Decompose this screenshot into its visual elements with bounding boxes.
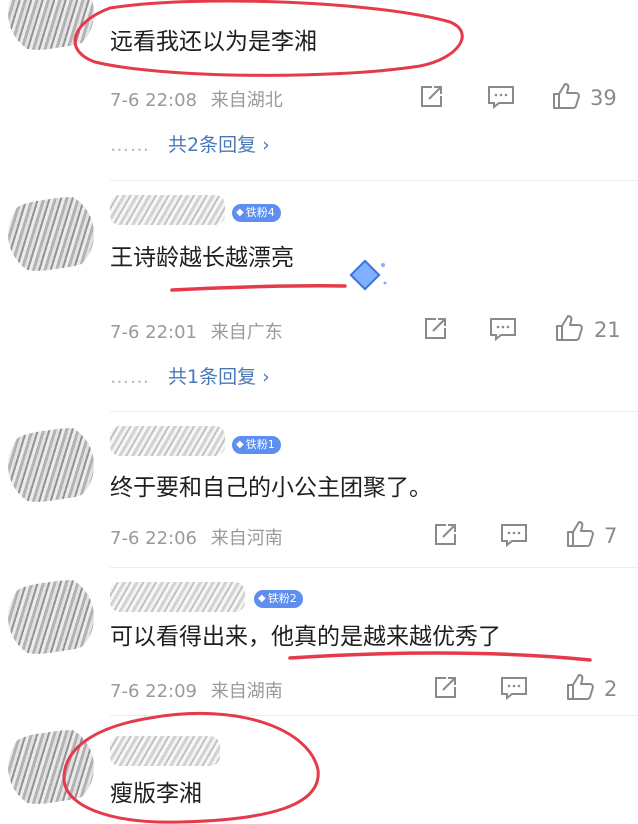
share-icon[interactable] bbox=[432, 522, 458, 550]
comment-time: 7-6 22:01 bbox=[110, 322, 197, 343]
like-count: 21 bbox=[594, 318, 621, 342]
avatar[interactable] bbox=[8, 422, 94, 508]
comment-meta: 7-6 22:06 来自河南 bbox=[110, 524, 283, 550]
username-blurred[interactable] bbox=[110, 195, 225, 225]
comment-time: 7-6 22:08 bbox=[110, 90, 197, 111]
fan-badge: ◆ 铁粉1 bbox=[232, 436, 281, 454]
comment-icon[interactable] bbox=[500, 675, 528, 703]
like-count: 39 bbox=[590, 86, 617, 110]
avatar[interactable] bbox=[8, 191, 94, 277]
badge-label: 铁粉4 bbox=[245, 206, 275, 219]
reply-count: 共1条回复 › bbox=[168, 366, 270, 388]
replies-link[interactable]: …… 共2条回复 › bbox=[110, 130, 270, 157]
avatar[interactable] bbox=[8, 574, 94, 660]
comment-4: ◆ 铁粉2 可以看得出来，他真的是越来越优秀了 7-6 22:09 来自湖南 2 bbox=[0, 568, 638, 715]
fan-badge: ◆ 铁粉2 bbox=[254, 590, 303, 608]
replies-link[interactable]: …… 共1条回复 › bbox=[110, 362, 270, 389]
badge-label: 铁粉2 bbox=[267, 592, 297, 605]
comment-2: ◆ 铁粉4 王诗龄越长越漂亮 7-6 22:01 来自广东 21 …… 共1条回复 … bbox=[0, 181, 638, 411]
comment-meta: 7-6 22:08 来自湖北 bbox=[110, 86, 283, 112]
like-icon[interactable] bbox=[566, 520, 596, 548]
comment-5: 瘦版李湘 bbox=[0, 716, 638, 824]
comment-1: 远看我还以为是李湘 7-6 22:08 来自湖北 39 …… 共2条回复 › bbox=[0, 0, 638, 180]
like-icon[interactable] bbox=[555, 314, 585, 342]
comment-3: ◆ 铁粉1 终于要和自己的小公主团聚了。 7-6 22:06 来自河南 7 bbox=[0, 412, 638, 567]
avatar[interactable] bbox=[8, 0, 94, 56]
diamond-icon: ◆ bbox=[236, 207, 244, 218]
like-count: 7 bbox=[604, 524, 618, 548]
reply-dots: …… bbox=[110, 134, 150, 156]
comment-text: 终于要和自己的小公主团聚了。 bbox=[110, 475, 432, 501]
reply-dots: …… bbox=[110, 366, 150, 388]
comment-icon[interactable] bbox=[500, 522, 528, 550]
share-icon[interactable] bbox=[422, 316, 448, 344]
avatar[interactable] bbox=[8, 724, 94, 810]
comment-text: 瘦版李湘 bbox=[110, 781, 202, 807]
like-icon[interactable] bbox=[566, 673, 596, 701]
like-count: 2 bbox=[604, 677, 618, 701]
fan-badge: ◆ 铁粉4 bbox=[232, 204, 281, 222]
username-blurred[interactable] bbox=[110, 426, 225, 456]
like-icon[interactable] bbox=[552, 82, 582, 110]
comment-icon[interactable] bbox=[489, 316, 517, 344]
comment-text: 远看我还以为是李湘 bbox=[110, 29, 317, 55]
comment-meta: 7-6 22:01 来自广东 bbox=[110, 318, 283, 344]
comment-icon[interactable] bbox=[487, 84, 515, 112]
comment-time: 7-6 22:09 bbox=[110, 681, 197, 702]
username-blurred[interactable] bbox=[110, 736, 220, 766]
comment-location: 来自湖北 bbox=[210, 90, 283, 111]
comment-time: 7-6 22:06 bbox=[110, 528, 197, 549]
sticker-icon bbox=[345, 257, 391, 301]
comment-location: 来自河南 bbox=[210, 528, 283, 549]
diamond-icon: ◆ bbox=[258, 593, 266, 604]
share-icon[interactable] bbox=[432, 675, 458, 703]
comment-text: 王诗龄越长越漂亮 bbox=[110, 245, 294, 271]
username-blurred[interactable] bbox=[110, 582, 245, 612]
share-icon[interactable] bbox=[418, 84, 444, 112]
diamond-icon: ◆ bbox=[236, 439, 244, 450]
comment-location: 来自广东 bbox=[210, 322, 283, 343]
reply-count: 共2条回复 › bbox=[168, 134, 270, 156]
badge-label: 铁粉1 bbox=[245, 438, 275, 451]
comment-meta: 7-6 22:09 来自湖南 bbox=[110, 677, 283, 703]
comment-text: 可以看得出来，他真的是越来越优秀了 bbox=[110, 624, 501, 650]
comment-location: 来自湖南 bbox=[210, 681, 283, 702]
